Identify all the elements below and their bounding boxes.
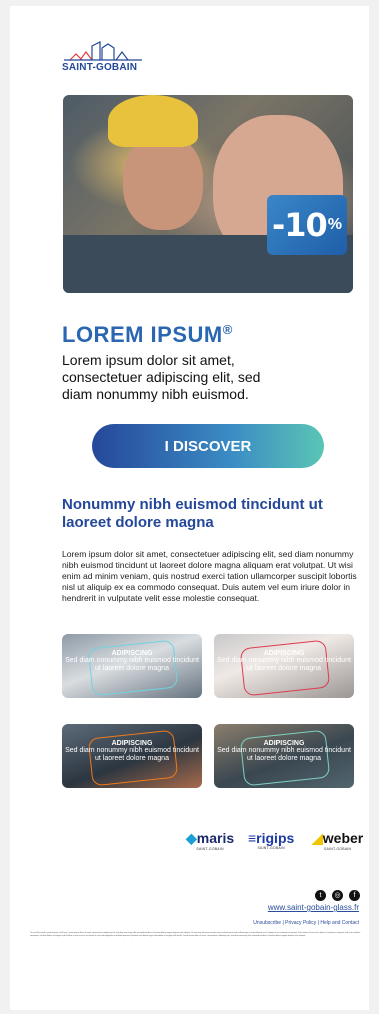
legal-text: To read this email in your browser, clic… bbox=[30, 932, 361, 937]
logo-building-icon bbox=[64, 41, 142, 61]
website-link[interactable]: www.saint-gobain-glass.fr bbox=[268, 903, 359, 912]
article-heading: Nonummy nibh euismod tincidunt ut laoree… bbox=[62, 496, 323, 531]
twitter-icon[interactable]: t bbox=[315, 890, 326, 901]
email-page: SAINT-GOBAIN -10% LOREM IPSUM® Lorem ips… bbox=[10, 6, 369, 1010]
promo-card-2[interactable]: ADIPISCING Sed diam nonummy nibh euismod … bbox=[214, 634, 354, 698]
card-title: ADIPISCING bbox=[111, 650, 153, 657]
card-title: ADIPISCING bbox=[263, 650, 305, 657]
registered-mark: ® bbox=[222, 322, 233, 337]
brand-weber[interactable]: ◢weber SAINT-GOBAIN bbox=[312, 830, 363, 851]
card-text: Sed diam nonummy nibh euismod tincidunt … bbox=[65, 747, 199, 762]
brand-maris[interactable]: ◆maris SAINT-GOBAIN bbox=[186, 830, 234, 851]
promo-card-1[interactable]: ADIPISCING Sed diam nonummy nibh euismod … bbox=[62, 634, 202, 698]
card-text: Sed diam nonummy nibh euismod tincidunt … bbox=[217, 657, 351, 672]
logo-wordmark: SAINT-GOBAIN bbox=[62, 62, 138, 73]
brand-rigips[interactable]: ≡rigips SAINT-GOBAIN bbox=[248, 830, 294, 850]
discount-percent: % bbox=[327, 216, 343, 233]
card-text: Sed diam nonummy nibh euismod tincidunt … bbox=[65, 657, 199, 672]
saint-gobain-logo[interactable]: SAINT-GOBAIN bbox=[62, 40, 152, 76]
card-title: ADIPISCING bbox=[263, 740, 305, 747]
brand-logos: ◆maris SAINT-GOBAIN ≡rigips SAINT-GOBAIN ◢… bbox=[186, 830, 368, 854]
article-body: Lorem ipsum dolor sit amet, consectetuer… bbox=[62, 549, 357, 603]
discount-value: -10 bbox=[271, 206, 328, 244]
hero-image[interactable]: -10% bbox=[63, 95, 353, 293]
discount-badge: -10% bbox=[267, 195, 347, 255]
promo-card-4[interactable]: ADIPISCING Sed diam nonummy nibh euismod … bbox=[214, 724, 354, 788]
promo-card-3[interactable]: ADIPISCING Sed diam nonummy nibh euismod … bbox=[62, 724, 202, 788]
card-text: Sed diam nonummy nibh euismod tincidunt … bbox=[217, 747, 351, 762]
instagram-icon[interactable]: ◎ bbox=[332, 890, 343, 901]
facebook-icon[interactable]: f bbox=[349, 890, 360, 901]
headline-intro: Lorem ipsum dolor sit amet, consectetuer… bbox=[62, 352, 261, 402]
card-title: ADIPISCING bbox=[111, 740, 153, 747]
discover-button[interactable]: I DISCOVER bbox=[92, 424, 324, 468]
footer-links[interactable]: Unsubscribe | Privacy Policy | Help and … bbox=[253, 920, 359, 926]
headline-title: LOREM IPSUM® bbox=[62, 322, 233, 347]
